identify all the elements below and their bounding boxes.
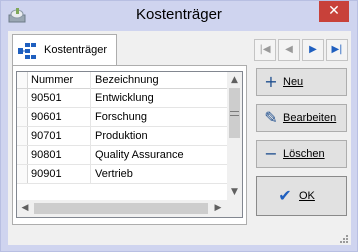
- cell-nummer: 90701: [31, 130, 62, 142]
- bearbeiten-button[interactable]: ✎ Bearbeiten: [256, 104, 347, 132]
- resize-grip-icon[interactable]: [339, 234, 349, 244]
- client-area: Kostenträger |◀ ◀ ▶ ▶| Nummer Bezeichnun…: [8, 31, 351, 245]
- pencil-icon: ✎: [264, 108, 278, 127]
- cell-nummer: 90501: [31, 92, 62, 104]
- bearbeiten-label: Bearbeiten: [283, 112, 337, 124]
- minus-icon: −: [264, 144, 278, 163]
- cell-bezeichnung: Forschung: [95, 111, 147, 123]
- neu-button[interactable]: + Neu: [256, 68, 347, 96]
- scroll-left-icon[interactable]: ◀: [17, 200, 33, 217]
- tab-label: Kostenträger: [44, 44, 107, 56]
- horizontal-scroll-thumb[interactable]: [34, 203, 208, 214]
- hierarchy-icon: [18, 43, 36, 59]
- previous-record-button[interactable]: ◀: [278, 39, 300, 61]
- cell-bezeichnung: Entwicklung: [95, 92, 154, 104]
- dialog-window: Kostenträger ✕ Kostenträger |◀ ◀ ▶ ▶| Nu…: [0, 0, 358, 252]
- column-header-bezeichnung[interactable]: Bezeichnung: [95, 72, 225, 90]
- title-bar[interactable]: Kostenträger ✕: [1, 1, 357, 31]
- scroll-right-icon[interactable]: ▶: [210, 200, 226, 217]
- tab-kostentraeger[interactable]: Kostenträger: [12, 34, 117, 66]
- close-button[interactable]: ✕: [319, 1, 349, 22]
- table-row[interactable]: 90901 Vertrieb: [17, 165, 227, 184]
- ok-label: OK: [299, 190, 315, 202]
- table-row[interactable]: 90801 Quality Assurance: [17, 146, 227, 165]
- cell-bezeichnung: Produktion: [95, 130, 148, 142]
- horizontal-scrollbar[interactable]: ◀ ▶: [17, 200, 227, 217]
- loeschen-button[interactable]: − Löschen: [256, 140, 347, 168]
- data-grid[interactable]: Nummer Bezeichnung 90501 Entwicklung 906…: [16, 71, 243, 218]
- cell-bezeichnung: Vertrieb: [95, 168, 133, 180]
- cell-nummer: 90801: [31, 149, 62, 161]
- row-selector[interactable]: [17, 108, 28, 126]
- window-title: Kostenträger: [136, 6, 222, 23]
- grip-icon: [230, 111, 239, 116]
- first-record-button[interactable]: |◀: [254, 39, 276, 61]
- record-navigator: |◀ ◀ ▶ ▶|: [254, 39, 351, 63]
- table-row[interactable]: 90701 Produktion: [17, 127, 227, 146]
- column-header-nummer[interactable]: Nummer: [31, 72, 89, 90]
- row-selector[interactable]: [17, 127, 28, 145]
- row-selector[interactable]: [17, 146, 28, 164]
- scroll-down-icon[interactable]: ▼: [227, 184, 242, 200]
- row-selector[interactable]: [17, 165, 28, 183]
- status-bar: [8, 231, 351, 245]
- checkmark-icon: ✔: [278, 186, 292, 205]
- ok-button[interactable]: ✔ OK: [256, 176, 347, 216]
- vertical-scrollbar[interactable]: ▲ ▼: [227, 72, 242, 200]
- neu-label: Neu: [283, 76, 304, 88]
- cell-nummer: 90901: [31, 168, 62, 180]
- scroll-up-icon[interactable]: ▲: [227, 72, 242, 88]
- header-selector: [17, 72, 28, 88]
- row-selector[interactable]: [17, 89, 28, 107]
- cell-bezeichnung: Quality Assurance: [95, 149, 184, 161]
- grid-header: Nummer Bezeichnung: [17, 72, 227, 89]
- loeschen-label: Löschen: [283, 148, 325, 160]
- cell-nummer: 90601: [31, 111, 62, 123]
- table-row[interactable]: 90501 Entwicklung: [17, 89, 227, 108]
- tab-content-panel: Nummer Bezeichnung 90501 Entwicklung 906…: [12, 65, 247, 225]
- table-row[interactable]: 90601 Forschung: [17, 108, 227, 127]
- scrollbar-corner: [227, 200, 242, 217]
- last-record-button[interactable]: ▶|: [326, 39, 348, 61]
- next-record-button[interactable]: ▶: [302, 39, 324, 61]
- vertical-scroll-thumb[interactable]: [229, 88, 240, 138]
- plus-icon: +: [264, 72, 278, 91]
